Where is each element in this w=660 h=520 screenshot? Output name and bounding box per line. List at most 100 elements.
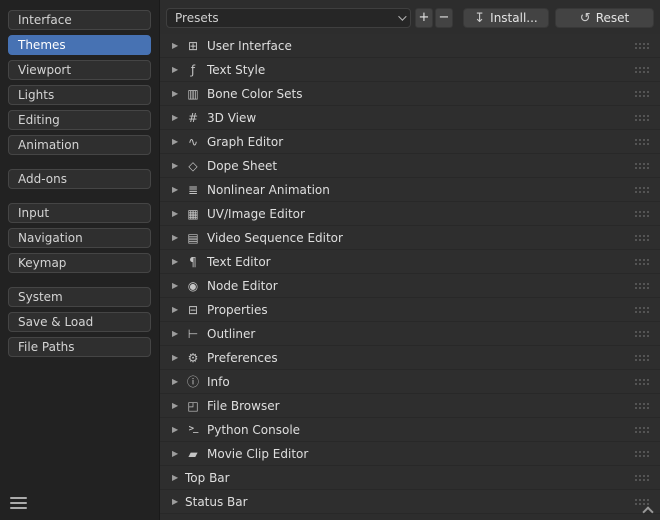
drag-grip-icon[interactable]: [634, 210, 649, 217]
sidebar-tab-editing[interactable]: Editing: [8, 110, 151, 130]
window-icon: ⊞: [185, 40, 201, 52]
theme-panel-dope-sheet[interactable]: ▶ ◇ Dope Sheet: [160, 154, 660, 178]
sidebar-tab-save-load[interactable]: Save & Load: [8, 312, 151, 332]
sidebar-tab-lights[interactable]: Lights: [8, 85, 151, 105]
expand-arrow-icon: ▶: [172, 161, 185, 170]
panel-label: Text Editor: [207, 255, 271, 269]
drag-grip-icon[interactable]: [634, 186, 649, 193]
theme-panel-text-editor[interactable]: ▶ ¶ Text Editor: [160, 250, 660, 274]
expand-arrow-icon: ▶: [172, 401, 185, 410]
add-preset-button[interactable]: +: [415, 8, 433, 28]
expand-arrow-icon: ▶: [172, 65, 185, 74]
import-download-icon: ↧: [474, 12, 485, 25]
sidebar-tab-label: File Paths: [18, 340, 75, 354]
drag-grip-icon[interactable]: [634, 282, 649, 289]
themes-panel: Presets + − ↧ Install... ↺ Reset ▶ ⊞ Use…: [160, 0, 660, 520]
sidebar-tab-label: Themes: [18, 38, 66, 52]
menu-bar-line: [10, 497, 27, 499]
drag-grip-icon[interactable]: [634, 138, 649, 145]
theme-panel-status-bar[interactable]: ▶ Status Bar: [160, 490, 660, 514]
remove-preset-button[interactable]: −: [435, 8, 453, 28]
expand-arrow-icon: ▶: [172, 473, 185, 482]
panel-label: Text Style: [207, 63, 265, 77]
install-button-label: Install...: [490, 11, 538, 25]
sidebar-tab-file-paths[interactable]: File Paths: [8, 337, 151, 357]
panel-label: Outliner: [207, 327, 255, 341]
expand-arrow-icon: ▶: [172, 425, 185, 434]
install-theme-button[interactable]: ↧ Install...: [463, 8, 549, 28]
theme-panel-nonlinear-animation[interactable]: ▶ ≣ Nonlinear Animation: [160, 178, 660, 202]
drag-grip-icon[interactable]: [634, 162, 649, 169]
panel-label: Top Bar: [185, 471, 230, 485]
drag-grip-icon[interactable]: [634, 474, 649, 481]
drag-grip-icon[interactable]: [634, 378, 649, 385]
drag-grip-icon[interactable]: [634, 354, 649, 361]
theme-section-list: ▶ ⊞ User Interface ▶ ƒ Text Style ▶ ▥ Bo…: [160, 34, 660, 514]
reset-button-label: Reset: [596, 11, 630, 25]
sidebar-tab-label: Editing: [18, 113, 60, 127]
theme-panel-bone-color-sets[interactable]: ▶ ▥ Bone Color Sets: [160, 82, 660, 106]
theme-panel-preferences[interactable]: ▶ ⚙ Preferences: [160, 346, 660, 370]
sidebar-tab-system[interactable]: System: [8, 287, 151, 307]
theme-panel-python-console[interactable]: ▶ >_ Python Console: [160, 418, 660, 442]
theme-panel-movie-clip-editor[interactable]: ▶ ▰ Movie Clip Editor: [160, 442, 660, 466]
gear-icon: ⚙: [185, 352, 201, 364]
expand-arrow-icon: ▶: [172, 329, 185, 338]
expand-arrow-icon: ▶: [172, 497, 185, 506]
drag-grip-icon[interactable]: [634, 90, 649, 97]
drag-grip-icon[interactable]: [634, 42, 649, 49]
sidebar-tab-viewport[interactable]: Viewport: [8, 60, 151, 80]
expand-arrow-icon: ▶: [172, 41, 185, 50]
panel-label: 3D View: [207, 111, 256, 125]
sidebar-tab-groups: Interface Themes Viewport Lights Editing Anim…: [0, 10, 159, 357]
sidebar-tab-label: Save & Load: [18, 315, 93, 329]
drag-grip-icon[interactable]: [634, 330, 649, 337]
theme-panel-file-browser[interactable]: ▶ ◰ File Browser: [160, 394, 660, 418]
theme-panel-3d-view[interactable]: ▶ # 3D View: [160, 106, 660, 130]
sidebar-tab-group: Input Navigation Keymap: [0, 203, 159, 273]
drag-grip-icon[interactable]: [634, 402, 649, 409]
drag-grip-icon[interactable]: [634, 66, 649, 73]
theme-panel-properties[interactable]: ▶ ⊟ Properties: [160, 298, 660, 322]
panel-label: Movie Clip Editor: [207, 447, 308, 461]
strips-icon: ≣: [185, 184, 201, 196]
sidebar-tab-themes[interactable]: Themes: [8, 35, 151, 55]
sidebar-tab-add-ons[interactable]: Add-ons: [8, 169, 151, 189]
sidebar-tab-label: System: [18, 290, 63, 304]
reset-theme-button[interactable]: ↺ Reset: [555, 8, 654, 28]
drag-grip-icon[interactable]: [634, 234, 649, 241]
theme-panel-user-interface[interactable]: ▶ ⊞ User Interface: [160, 34, 660, 58]
menu-bar-line: [10, 507, 27, 509]
panel-label: Preferences: [207, 351, 278, 365]
theme-panel-top-bar[interactable]: ▶ Top Bar: [160, 466, 660, 490]
menu-bar-line: [10, 502, 27, 504]
theme-panel-text-style[interactable]: ▶ ƒ Text Style: [160, 58, 660, 82]
presets-dropdown[interactable]: Presets: [166, 8, 411, 28]
drag-grip-icon[interactable]: [634, 306, 649, 313]
drag-grip-icon[interactable]: [634, 426, 649, 433]
theme-panel-video-sequence-editor[interactable]: ▶ ▤ Video Sequence Editor: [160, 226, 660, 250]
theme-panel-uv-image-editor[interactable]: ▶ ▦ UV/Image Editor: [160, 202, 660, 226]
theme-panel-outliner[interactable]: ▶ ⊢ Outliner: [160, 322, 660, 346]
console-icon: >_: [185, 425, 201, 434]
menu-icon[interactable]: [10, 497, 27, 510]
preset-add-remove-group: + −: [415, 8, 453, 28]
theme-panel-node-editor[interactable]: ▶ ◉ Node Editor: [160, 274, 660, 298]
sidebar-tab-navigation[interactable]: Navigation: [8, 228, 151, 248]
theme-panel-info[interactable]: ▶ ⓘ Info: [160, 370, 660, 394]
expand-arrow-icon: ▶: [172, 185, 185, 194]
expand-arrow-icon: ▶: [172, 281, 185, 290]
drag-grip-icon[interactable]: [634, 450, 649, 457]
expand-arrow-icon: ▶: [172, 209, 185, 218]
scroll-up-arrow-icon[interactable]: [643, 506, 652, 515]
theme-panel-graph-editor[interactable]: ▶ ∿ Graph Editor: [160, 130, 660, 154]
sidebar-tab-input[interactable]: Input: [8, 203, 151, 223]
sidebar-tab-interface[interactable]: Interface: [8, 10, 151, 30]
drag-grip-icon[interactable]: [634, 498, 649, 505]
info-icon: ⓘ: [185, 376, 201, 388]
drag-grip-icon[interactable]: [634, 114, 649, 121]
drag-grip-icon[interactable]: [634, 258, 649, 265]
sidebar-tab-keymap[interactable]: Keymap: [8, 253, 151, 273]
presets-dropdown-value: Presets: [175, 11, 219, 25]
sidebar-tab-animation[interactable]: Animation: [8, 135, 151, 155]
